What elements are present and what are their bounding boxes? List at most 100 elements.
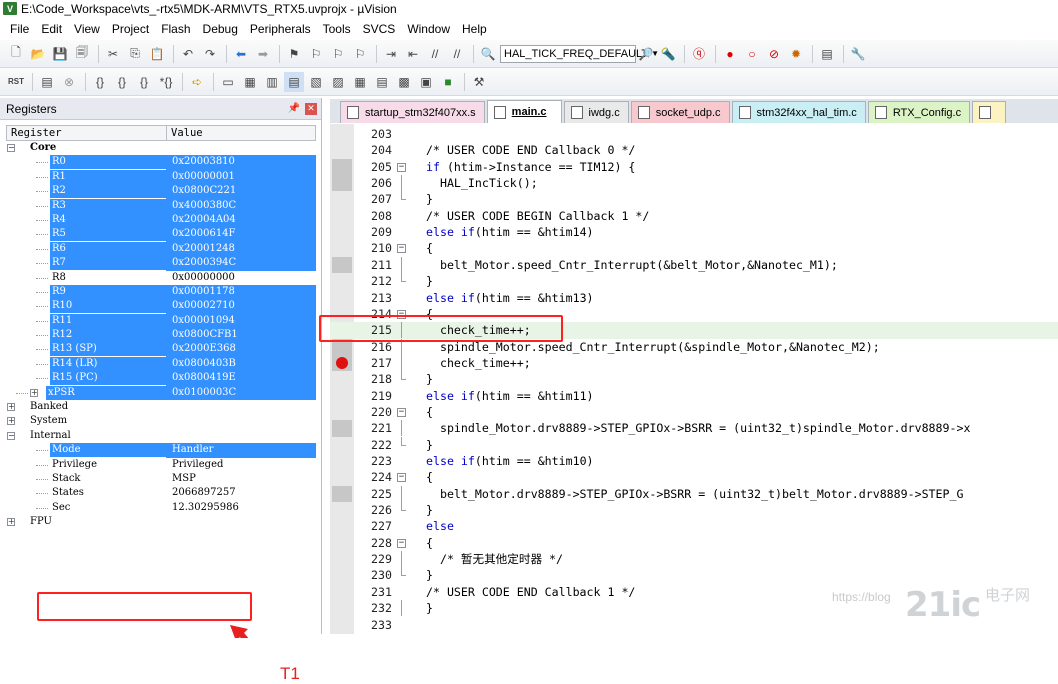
editor-tab[interactable]: RTX_Config.c (867, 101, 971, 123)
fold-toggle-icon[interactable]: − (397, 538, 406, 548)
save-icon[interactable]: 💾 (50, 44, 70, 64)
show-next-statement-icon[interactable]: ➪ (187, 72, 207, 92)
configure-icon[interactable]: 🔧 (848, 44, 868, 64)
code-line[interactable]: 227 else (330, 518, 1058, 534)
register-row[interactable]: R2 0x0800C221 (6, 184, 316, 199)
indent-icon[interactable]: ⇥ (381, 44, 401, 64)
register-row[interactable]: R11 0x00001094 (6, 313, 316, 329)
register-value[interactable]: 0x0800419E (166, 371, 316, 386)
register-row[interactable]: R4 0x20004A04 (6, 212, 316, 228)
register-value[interactable]: 0x0800CFB1 (166, 328, 316, 343)
register-row[interactable]: R15 (PC) 0x0800419E (6, 371, 316, 386)
register-value[interactable] (166, 141, 172, 155)
disassembly-window-icon[interactable]: ▦ (240, 72, 260, 92)
target-combo[interactable]: HAL_TICK_FREQ_DEFAULT ▼ (500, 44, 659, 63)
call-stack-icon[interactable]: ▧ (306, 72, 326, 92)
menu-item-svcs[interactable]: SVCS (357, 22, 402, 36)
register-row[interactable]: − Internal (6, 429, 316, 443)
register-row[interactable]: R12 0x0800CFB1 (6, 328, 316, 343)
register-row[interactable]: + System (6, 414, 316, 428)
unindent-icon[interactable]: ⇤ (403, 44, 423, 64)
tree-expander-icon[interactable]: + (7, 417, 15, 426)
system-viewer-icon[interactable]: ■ (438, 72, 458, 92)
nav-back-icon[interactable]: ⬅ (231, 44, 251, 64)
editor-tab[interactable]: main.c (486, 100, 562, 123)
trace-window-icon[interactable]: ▣ (416, 72, 436, 92)
reset-icon[interactable]: RST (6, 72, 26, 92)
register-row[interactable]: Mode Handler (6, 443, 316, 458)
find-icon[interactable]: 🔎 (636, 44, 656, 64)
open-file-icon[interactable]: 📂 (28, 44, 48, 64)
code-line[interactable]: 228− { (330, 535, 1058, 551)
step-into-icon[interactable]: {} (90, 72, 110, 92)
register-row[interactable]: R6 0x20001248 (6, 241, 316, 257)
register-value[interactable]: 0x20004A04 (166, 212, 316, 228)
column-value[interactable]: Value (167, 126, 203, 140)
code-line[interactable]: 225 belt_Motor.drv8889->STEP_GPIOx->BSRR… (330, 485, 1058, 502)
register-value[interactable]: 0x0800403B (166, 356, 316, 372)
menu-item-window[interactable]: Window (401, 22, 456, 36)
step-over-icon[interactable]: {} (112, 72, 132, 92)
code-line[interactable]: 220− { (330, 404, 1058, 420)
code-line[interactable]: 219 else if(htim == &htim11) (330, 388, 1058, 404)
register-row[interactable]: R5 0x2000614F (6, 227, 316, 242)
kill-breakpoints-icon[interactable]: ✹ (786, 44, 806, 64)
code-line[interactable]: 204 /* USER CODE END Callback 0 */ (330, 142, 1058, 158)
fold-toggle-icon[interactable]: − (397, 473, 406, 483)
insert-breakpoint-icon[interactable]: ● (720, 44, 740, 64)
register-row[interactable]: + Banked (6, 400, 316, 414)
run-to-cursor-icon[interactable]: *{} (156, 72, 176, 92)
register-value[interactable] (166, 400, 172, 414)
cut-icon[interactable]: ✂ (103, 44, 123, 64)
register-value[interactable]: 0x0800C221 (166, 184, 316, 199)
code-line[interactable]: 208 /* USER CODE BEGIN Callback 1 */ (330, 208, 1058, 224)
watch-window-icon[interactable]: ▨ (328, 72, 348, 92)
stop-icon[interactable]: ⊗ (59, 72, 79, 92)
toolbox-icon[interactable]: ⚒ (469, 72, 489, 92)
copy-icon[interactable]: ⎘ (125, 44, 145, 64)
undo-icon[interactable]: ↶ (178, 44, 198, 64)
register-value[interactable]: 0x00001178 (166, 284, 316, 300)
register-value[interactable]: 0x0100003C (166, 385, 316, 401)
register-value[interactable]: 0x2000394C (166, 256, 316, 271)
register-row[interactable]: + xPSR 0x0100003C (6, 385, 316, 401)
register-row[interactable]: R1 0x00000001 (6, 169, 316, 185)
close-icon[interactable]: ✕ (305, 102, 317, 115)
clear-bookmarks-icon[interactable]: ⚐ (350, 44, 370, 64)
code-line[interactable]: 213 else if(htim == &htim13) (330, 290, 1058, 306)
register-row[interactable]: R9 0x00001178 (6, 284, 316, 300)
code-line[interactable]: 229 /* 暂无其他定时器 */ (330, 551, 1058, 568)
menu-item-edit[interactable]: Edit (35, 22, 68, 36)
enable-breakpoint-icon[interactable]: ○ (742, 44, 762, 64)
nav-forward-icon[interactable]: ➡ (253, 44, 273, 64)
register-row[interactable]: R10 0x00002710 (6, 299, 316, 314)
symbols-window-icon[interactable]: ▥ (262, 72, 282, 92)
window-layout-icon[interactable]: ▤ (817, 44, 837, 64)
run-icon[interactable]: ▤ (37, 72, 57, 92)
code-line[interactable]: 210− { (330, 240, 1058, 256)
editor-tab[interactable]: stm32f4xx_hal_tim.c (731, 101, 866, 123)
register-value[interactable]: 0x2000614F (166, 227, 316, 242)
redo-icon[interactable]: ↷ (200, 44, 220, 64)
code-line[interactable]: 205− if (htim->Instance == TIM12) { (330, 159, 1058, 175)
command-window-icon[interactable]: ▭ (218, 72, 238, 92)
register-value[interactable]: 0x2000E368 (166, 342, 316, 357)
register-value[interactable]: 0x20001248 (166, 241, 316, 257)
register-row[interactable]: R14 (LR) 0x0800403B (6, 356, 316, 372)
menu-item-debug[interactable]: Debug (197, 22, 244, 36)
menu-item-help[interactable]: Help (456, 22, 493, 36)
tree-expander-icon[interactable]: + (30, 388, 38, 397)
code-line[interactable]: 211 belt_Motor.speed_Cntr_Interrupt(&bel… (330, 256, 1058, 273)
code-line[interactable]: 203 (330, 126, 1058, 142)
menu-item-project[interactable]: Project (106, 22, 155, 36)
code-line[interactable]: 218} (330, 371, 1058, 387)
editor-tab[interactable]: startup_stm32f407xx.s (340, 101, 485, 123)
fold-toggle-icon[interactable]: − (397, 244, 406, 254)
bookmark-icon[interactable]: ⚑ (284, 44, 304, 64)
fold-toggle-icon[interactable]: − (397, 162, 406, 172)
editor-tab[interactable]: iwdg.c (563, 101, 629, 123)
register-value[interactable]: 0x00001094 (166, 313, 316, 329)
editor-tab[interactable]: socket_udp.c (630, 101, 730, 123)
step-out-icon[interactable]: {} (134, 72, 154, 92)
serial-window-icon[interactable]: ▤ (372, 72, 392, 92)
